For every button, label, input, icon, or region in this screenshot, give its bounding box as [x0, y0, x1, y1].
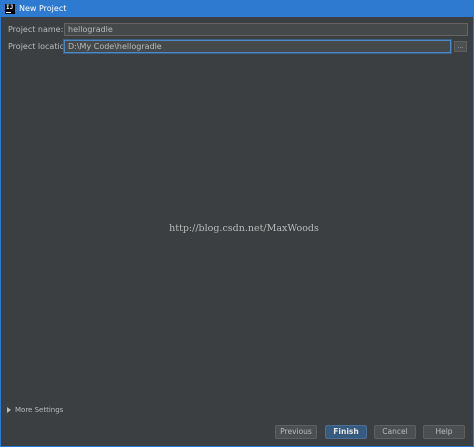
project-location-input[interactable] [64, 40, 451, 53]
chevron-right-icon [7, 407, 11, 413]
title-bar[interactable]: IJ New Project [1, 0, 473, 17]
more-settings-toggle[interactable]: More Settings [7, 406, 63, 414]
help-button[interactable]: Help [423, 425, 465, 439]
project-name-label: Project name: [8, 25, 64, 34]
more-settings-label: More Settings [15, 406, 64, 414]
browse-location-button[interactable]: ... [454, 41, 467, 52]
project-location-label: Project location: [8, 42, 73, 51]
previous-button[interactable]: Previous [275, 425, 317, 439]
intellij-app-icon: IJ [5, 3, 15, 14]
cancel-button[interactable]: Cancel [374, 425, 416, 439]
new-project-dialog: IJ New Project Project name: Project loc… [0, 0, 474, 447]
project-name-row: Project name: [1, 23, 473, 37]
window-title: New Project [19, 4, 67, 13]
watermark-text: http://blog.csdn.net/MaxWoods [169, 223, 319, 234]
project-name-input[interactable] [64, 23, 468, 36]
project-location-row: Project location: ... [1, 40, 473, 54]
finish-button[interactable]: Finish [325, 425, 367, 439]
